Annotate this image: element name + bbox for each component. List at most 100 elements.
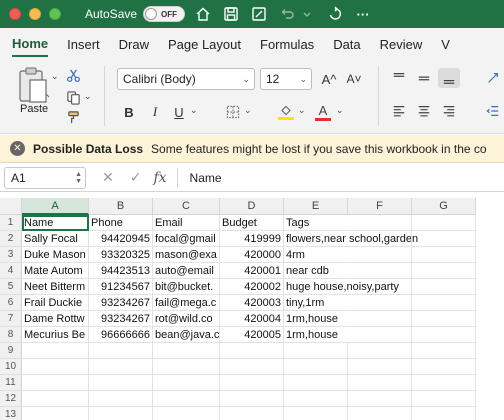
grid-cell[interactable]: 4rm	[284, 247, 348, 263]
grid-cell[interactable]	[348, 215, 412, 231]
close-icon[interactable]: ✕	[10, 141, 25, 156]
grid-cell[interactable]	[348, 343, 412, 359]
name-box[interactable]: A1 ▲ ▼	[4, 166, 86, 189]
grid-cell[interactable]	[220, 407, 284, 420]
save-icon[interactable]	[221, 4, 241, 24]
grid-cell[interactable]: Mecurius Be	[22, 327, 89, 343]
grid-cell[interactable]	[22, 343, 89, 359]
more-icon[interactable]: ···	[353, 4, 373, 24]
grid-cell[interactable]: Frail Duckie	[22, 295, 89, 311]
grid-cell[interactable]	[348, 247, 412, 263]
grid-cell[interactable]	[153, 407, 220, 420]
tab-view[interactable]: V	[441, 31, 450, 56]
grid-cell[interactable]: Budget	[220, 215, 284, 231]
chevron-down-icon[interactable]: ⌄	[336, 105, 344, 116]
grid-cell[interactable]: mason@exa	[153, 247, 220, 263]
cancel-icon[interactable]: ✕	[102, 169, 114, 186]
grid-cell[interactable]	[348, 375, 412, 391]
tab-insert[interactable]: Insert	[67, 31, 100, 56]
grid-cell[interactable]: auto@email	[153, 263, 220, 279]
tab-home[interactable]: Home	[12, 30, 49, 57]
row-header[interactable]: 5	[0, 279, 22, 295]
row-header[interactable]: 9	[0, 343, 22, 359]
italic-button[interactable]: I	[146, 102, 164, 122]
grid-cell[interactable]: 419999	[220, 231, 284, 247]
grid-cell[interactable]: 420005	[220, 327, 284, 343]
grid-cell[interactable]: 420003	[220, 295, 284, 311]
grid-cell[interactable]	[348, 391, 412, 407]
column-header-f[interactable]: F	[348, 198, 412, 215]
undo-icon[interactable]	[277, 4, 297, 24]
grid-cell[interactable]: Mate Autom	[22, 263, 89, 279]
grid-cell[interactable]	[89, 343, 153, 359]
grid-cell[interactable]: bit@bucket.	[153, 279, 220, 295]
formula-input[interactable]: Name	[190, 171, 222, 185]
grid-cell[interactable]: Dame Rottw	[22, 311, 89, 327]
decrease-indent-icon[interactable]	[484, 103, 502, 119]
worksheet-grid[interactable]: A B C D E F G 1 Name Phone Email Budget Tags 2…	[0, 198, 504, 420]
align-top-icon[interactable]	[390, 70, 408, 86]
grid-cell[interactable]	[412, 295, 476, 311]
minimize-window-button[interactable]	[29, 8, 41, 20]
grid-cell[interactable]	[412, 359, 476, 375]
autosave-toggle[interactable]: OFF	[143, 6, 186, 22]
grid-cell[interactable]	[284, 343, 348, 359]
align-middle-icon[interactable]	[415, 70, 433, 86]
grid-cell[interactable]: 1rm,house	[284, 327, 348, 343]
grid-cell[interactable]	[220, 391, 284, 407]
grid-cell[interactable]	[153, 359, 220, 375]
grid-cell[interactable]	[284, 375, 348, 391]
grid-cell[interactable]: fail@mega.c	[153, 295, 220, 311]
grid-cell[interactable]	[22, 359, 89, 375]
grid-cell[interactable]: 420004	[220, 311, 284, 327]
grid-cell[interactable]: 93320325	[89, 247, 153, 263]
font-name-select[interactable]: Calibri (Body) ⌄	[117, 68, 255, 90]
tab-draw[interactable]: Draw	[119, 31, 149, 56]
grid-cell[interactable]	[284, 407, 348, 420]
grid-cell[interactable]	[348, 407, 412, 420]
grid-cell[interactable]: Sally Focal	[22, 231, 89, 247]
grid-cell[interactable]: 1rm,house	[284, 311, 348, 327]
fill-color-button[interactable]	[277, 102, 295, 122]
grid-cell[interactable]	[89, 359, 153, 375]
grid-cell[interactable]: near cdb	[284, 263, 348, 279]
grid-cell[interactable]	[348, 231, 412, 247]
edit-icon[interactable]	[249, 4, 269, 24]
grid-cell[interactable]: 93234267	[89, 311, 153, 327]
orientation-icon[interactable]	[484, 70, 502, 86]
grid-cell[interactable]	[284, 391, 348, 407]
row-header[interactable]: 13	[0, 407, 22, 420]
borders-icon[interactable]	[225, 104, 241, 120]
copy-icon[interactable]	[64, 88, 82, 106]
grid-cell[interactable]: 96666666	[89, 327, 153, 343]
grid-cell[interactable]: 420001	[220, 263, 284, 279]
grid-cell[interactable]	[412, 327, 476, 343]
grid-cell[interactable]	[22, 407, 89, 420]
grid-cell[interactable]: Neet Bitterm	[22, 279, 89, 295]
row-header[interactable]: 11	[0, 375, 22, 391]
align-center-icon[interactable]	[415, 103, 433, 119]
grid-cell[interactable]	[348, 263, 412, 279]
insert-function-button[interactable]: fx	[153, 170, 166, 186]
font-color-button[interactable]: A	[314, 102, 332, 122]
row-header[interactable]: 6	[0, 295, 22, 311]
decrease-font-size-button[interactable]: A˅	[343, 69, 365, 89]
grid-cell[interactable]	[153, 343, 220, 359]
grid-cell[interactable]: 94420945	[89, 231, 153, 247]
grid-cell[interactable]: 93234267	[89, 295, 153, 311]
chevron-down-icon[interactable]: ⌄	[190, 105, 198, 116]
increase-font-size-button[interactable]: A^	[318, 69, 340, 89]
grid-cell[interactable]: flowers,near school,garden	[284, 231, 418, 247]
grid-cell[interactable]	[412, 215, 476, 231]
chevron-down-icon[interactable]	[297, 4, 317, 24]
grid-cell[interactable]: Tags	[284, 215, 348, 231]
chevron-down-icon[interactable]: ⌄	[244, 105, 252, 116]
align-left-icon[interactable]	[390, 103, 408, 119]
grid-cell[interactable]	[348, 359, 412, 375]
row-header[interactable]: 3	[0, 247, 22, 263]
grid-cell[interactable]: rot@wild.co	[153, 311, 220, 327]
row-header[interactable]: 10	[0, 359, 22, 375]
grid-cell[interactable]	[153, 375, 220, 391]
grid-cell[interactable]	[284, 359, 348, 375]
grid-cell[interactable]	[220, 343, 284, 359]
